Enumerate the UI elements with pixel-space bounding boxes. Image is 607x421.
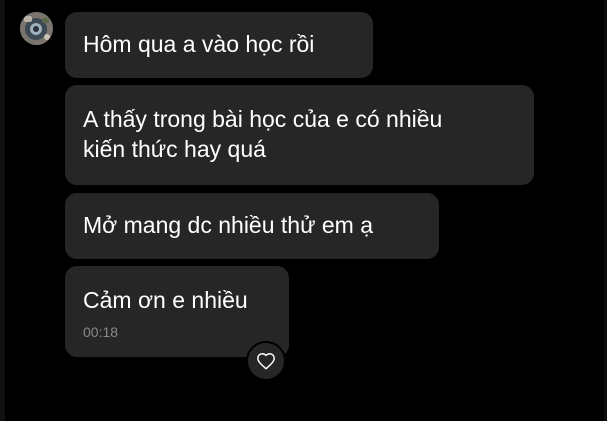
message-text: kiến thức hay quá: [83, 136, 266, 162]
message-text: A thấy trong bài học của e có nhiều: [83, 106, 443, 132]
heart-icon: [257, 352, 275, 370]
message-bubble[interactable]: Mở mang dc nhiều thử em ạ: [65, 193, 439, 259]
sender-avatar[interactable]: [20, 12, 53, 45]
message-timestamp: 00:18: [83, 324, 119, 340]
message-text: Hôm qua a vào học rồi: [83, 31, 315, 57]
message-text: Mở mang dc nhiều thử em ạ: [83, 212, 374, 238]
avatar-image: [20, 12, 53, 45]
reaction-badge[interactable]: [246, 341, 286, 381]
message-bubble[interactable]: Hôm qua a vào học rồi: [65, 12, 373, 78]
window-edge: [0, 0, 5, 421]
message-bubble[interactable]: A thấy trong bài học của e có nhiều kiến…: [65, 85, 534, 185]
message-text: Cảm ơn e nhiều: [83, 287, 248, 313]
